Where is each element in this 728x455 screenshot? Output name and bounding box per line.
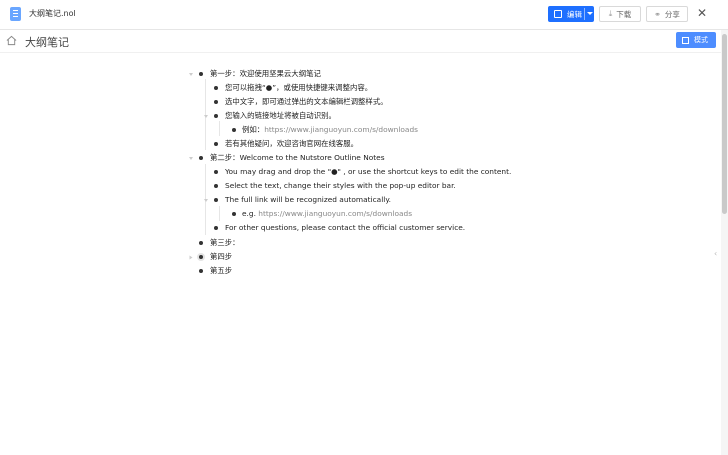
outline-bullet[interactable] bbox=[214, 142, 218, 146]
outline-item[interactable]: 选中文字，即可通过弹出的文本编辑栏调整样式。 bbox=[225, 96, 388, 108]
outline-item[interactable]: e.g. https://www.jianguoyun.com/s/downlo… bbox=[242, 208, 412, 220]
outline-item[interactable]: The full link will be recognized automat… bbox=[225, 194, 391, 206]
scrollbar-thumb[interactable] bbox=[722, 34, 727, 214]
outline-bullet[interactable] bbox=[214, 114, 218, 118]
edit-button[interactable]: 编辑 bbox=[548, 6, 594, 22]
download-icon: ⤓ bbox=[608, 9, 613, 18]
title-bar: 大纲笔记.nol 编辑 ⤓ 下载 ⚭ 分享 ✕ bbox=[0, 0, 728, 30]
outline-item[interactable]: 第一步：欢迎使用坚果云大纲笔记 bbox=[210, 68, 321, 80]
mode-label: 模式 bbox=[694, 36, 708, 44]
expand-toggle[interactable] bbox=[189, 255, 193, 260]
outline-bullet[interactable] bbox=[199, 255, 203, 259]
outline-bullet[interactable] bbox=[232, 212, 236, 216]
download-label: 下载 bbox=[616, 9, 632, 19]
outline-item[interactable]: Select the text, change their styles wit… bbox=[225, 180, 456, 192]
outline-item[interactable]: 第二步：Welcome to the Nutstore Outline Note… bbox=[210, 152, 385, 164]
item-prefix: e.g. bbox=[242, 209, 259, 218]
download-button[interactable]: ⤓ 下载 bbox=[599, 6, 641, 22]
outline-bullet[interactable] bbox=[199, 156, 203, 160]
outline-bullet[interactable] bbox=[232, 128, 236, 132]
indent-guide bbox=[219, 121, 220, 136]
link-icon: ⚭ bbox=[654, 9, 661, 19]
download-link[interactable]: https://www.jianguoyun.com/s/downloads bbox=[264, 125, 418, 134]
outline-item[interactable]: For other questions, please contact the … bbox=[225, 222, 465, 234]
outline-item[interactable]: 例如：https://www.jianguoyun.com/s/download… bbox=[242, 124, 418, 136]
outline-bullet[interactable] bbox=[199, 241, 203, 245]
close-icon[interactable]: ✕ bbox=[697, 5, 707, 21]
outline-bullet[interactable] bbox=[214, 198, 218, 202]
indent-guide bbox=[219, 206, 220, 221]
outline-bullet[interactable] bbox=[199, 269, 203, 273]
edit-icon bbox=[554, 10, 562, 18]
collapse-toggle[interactable] bbox=[189, 73, 193, 76]
file-name: 大纲笔记.nol bbox=[29, 9, 76, 18]
collapse-toggle[interactable] bbox=[189, 157, 193, 160]
page-title: 大纲笔记 bbox=[25, 36, 69, 49]
edit-label: 编辑 bbox=[567, 9, 582, 19]
outline-item[interactable]: 您可以拖拽“●”，或使用快捷键来调整内容。 bbox=[225, 82, 372, 94]
document-header: 大纲笔记 模式 bbox=[0, 30, 728, 53]
item-prefix: 例如： bbox=[242, 125, 265, 134]
outline-bullet[interactable] bbox=[214, 226, 218, 230]
share-label: 分享 bbox=[664, 9, 680, 19]
mode-button[interactable]: 模式 bbox=[676, 32, 716, 48]
chevron-down-icon[interactable] bbox=[587, 12, 593, 15]
collapse-toggle[interactable] bbox=[204, 199, 208, 202]
outline-bullet[interactable] bbox=[214, 86, 218, 90]
share-button[interactable]: ⚭ 分享 bbox=[646, 6, 688, 22]
outline-item[interactable]: 您输入的链接地址将被自动识别。 bbox=[225, 110, 336, 122]
collapse-toggle[interactable] bbox=[204, 115, 208, 118]
outline-bullet[interactable] bbox=[214, 100, 218, 104]
outline-item[interactable]: You may drag and drop the "●" , or use t… bbox=[225, 166, 511, 178]
download-link[interactable]: https://www.jianguoyun.com/s/downloads bbox=[258, 209, 412, 218]
outline-bullet[interactable] bbox=[199, 72, 203, 76]
outline-item[interactable]: 第五步 bbox=[210, 265, 232, 277]
mindmap-icon bbox=[682, 36, 689, 44]
chevron-left-icon[interactable]: ‹ bbox=[714, 249, 717, 258]
document-icon bbox=[10, 7, 21, 21]
outline-bullet[interactable] bbox=[214, 170, 218, 174]
outline-bullet[interactable] bbox=[214, 184, 218, 188]
button-divider bbox=[584, 8, 585, 20]
outline-item[interactable]: 第四步 bbox=[210, 251, 232, 263]
outline-item[interactable]: 第三步： bbox=[210, 237, 240, 249]
outline-item[interactable]: 若有其他疑问，欢迎咨询官网在线客服。 bbox=[225, 138, 358, 150]
home-icon[interactable] bbox=[6, 35, 17, 46]
